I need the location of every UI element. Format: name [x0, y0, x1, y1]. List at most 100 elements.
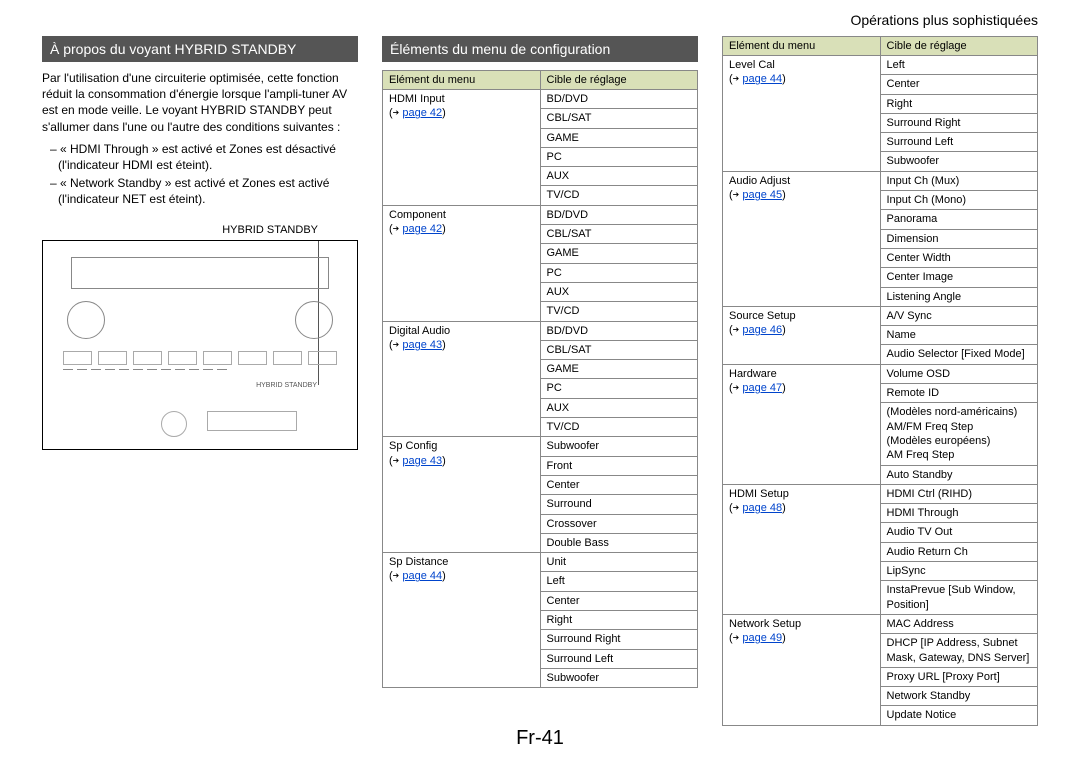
hybrid-standby-led-label: HYBRID STANDBY — [256, 382, 317, 389]
arrow-icon: ➔ — [393, 454, 400, 467]
column-2: Éléments du menu de configuration Elémen… — [382, 36, 698, 726]
section1-title: À propos du voyant HYBRID STANDBY — [42, 36, 358, 62]
headphone-jack — [161, 411, 187, 437]
target-cell: Auto Standby — [880, 465, 1038, 484]
target-cell: Input Ch (Mono) — [880, 191, 1038, 210]
section2-title: Éléments du menu de configuration — [382, 36, 698, 62]
arrow-icon: ➔ — [733, 72, 740, 85]
menu-cell: Network Setup(➔ page 49) — [723, 614, 881, 725]
page-link[interactable]: page 48 — [742, 502, 782, 514]
target-cell: AUX — [540, 282, 698, 301]
target-cell: TV/CD — [540, 418, 698, 437]
page-link[interactable]: page 49 — [742, 632, 782, 644]
target-cell: Crossover — [540, 514, 698, 533]
target-cell: CBL/SAT — [540, 340, 698, 359]
target-cell: Audio Return Ch — [880, 542, 1038, 561]
target-cell: Surround Right — [880, 113, 1038, 132]
knob-right — [295, 301, 333, 339]
diagram-label: HYBRID STANDBY — [42, 224, 358, 236]
target-cell: Center Image — [880, 268, 1038, 287]
table-row: HDMI Setup(➔ page 48)HDMI Ctrl (RIHD) — [723, 484, 1038, 503]
target-cell: PC — [540, 379, 698, 398]
button-row-1 — [63, 351, 337, 365]
page-link[interactable]: page 43 — [402, 455, 442, 467]
target-cell: Listening Angle — [880, 287, 1038, 306]
front-jacks — [207, 411, 297, 431]
button-row-2 — [63, 369, 227, 377]
menu-cell: Digital Audio(➔ page 43) — [383, 321, 541, 437]
page-number: Fr-41 — [0, 727, 1080, 750]
menu-cell: Hardware(➔ page 47) — [723, 364, 881, 484]
target-cell: TV/CD — [540, 302, 698, 321]
target-cell: HDMI Through — [880, 504, 1038, 523]
target-cell: PC — [540, 147, 698, 166]
target-cell: Subwoofer — [540, 668, 698, 687]
target-cell: GAME — [540, 360, 698, 379]
menu-cell: Sp Config(➔ page 43) — [383, 437, 541, 553]
menu-cell: Level Cal(➔ page 44) — [723, 56, 881, 172]
page-link[interactable]: page 42 — [402, 223, 442, 235]
table-row: Network Setup(➔ page 49)MAC Address — [723, 614, 1038, 633]
arrow-icon: ➔ — [393, 222, 400, 235]
menu-cell: HDMI Input(➔ page 42) — [383, 90, 541, 206]
target-cell: A/V Sync — [880, 306, 1038, 325]
config-table-a: Elément du menu Cible de réglage HDMI In… — [382, 70, 698, 688]
target-cell: Dimension — [880, 229, 1038, 248]
target-cell: Center — [880, 75, 1038, 94]
target-cell: Right — [880, 94, 1038, 113]
page-link[interactable]: page 46 — [742, 324, 782, 336]
target-cell: Update Notice — [880, 706, 1038, 725]
target-cell: (Modèles nord-américains)AM/FM Freq Step… — [880, 403, 1038, 465]
target-cell: CBL/SAT — [540, 109, 698, 128]
page-link[interactable]: page 45 — [742, 189, 782, 201]
th-menu: Elément du menu — [383, 71, 541, 90]
target-cell: Surround Right — [540, 630, 698, 649]
table-row: Source Setup(➔ page 46)A/V Sync — [723, 306, 1038, 325]
target-cell: GAME — [540, 128, 698, 147]
target-cell: Unit — [540, 553, 698, 572]
target-cell: LipSync — [880, 562, 1038, 581]
page-link[interactable]: page 43 — [402, 339, 442, 351]
bullet-2: – « Network Standby » est activé et Zone… — [50, 175, 358, 207]
receiver-illustration: HYBRID STANDBY — [42, 240, 358, 450]
page-link[interactable]: page 44 — [402, 570, 442, 582]
main-columns: À propos du voyant HYBRID STANDBY Par l'… — [42, 36, 1038, 726]
target-cell: Left — [540, 572, 698, 591]
arrow-icon: ➔ — [733, 323, 740, 336]
arrow-icon: ➔ — [393, 106, 400, 119]
target-cell: AUX — [540, 398, 698, 417]
table-row: Sp Distance(➔ page 44)Unit — [383, 553, 698, 572]
section1-para: Par l'utilisation d'une circuiterie opti… — [42, 70, 358, 135]
target-cell: Center — [540, 475, 698, 494]
page-link[interactable]: page 47 — [742, 382, 782, 394]
menu-cell: Sp Distance(➔ page 44) — [383, 553, 541, 688]
target-cell: Double Bass — [540, 533, 698, 552]
table-row: Component(➔ page 42)BD/DVD — [383, 205, 698, 224]
target-cell: Center Width — [880, 248, 1038, 267]
target-cell: Panorama — [880, 210, 1038, 229]
table-row: Digital Audio(➔ page 43)BD/DVD — [383, 321, 698, 340]
page-link[interactable]: page 42 — [402, 107, 442, 119]
th-target: Cible de réglage — [540, 71, 698, 90]
target-cell: MAC Address — [880, 614, 1038, 633]
target-cell: Surround — [540, 495, 698, 514]
target-cell: GAME — [540, 244, 698, 263]
target-cell: BD/DVD — [540, 205, 698, 224]
table-row: Audio Adjust(➔ page 45)Input Ch (Mux) — [723, 171, 1038, 190]
display-panel — [71, 257, 329, 289]
arrow-icon: ➔ — [733, 188, 740, 201]
section1-bullets: – « HDMI Through » est activé et Zones e… — [42, 141, 358, 208]
knob-left — [67, 301, 105, 339]
arrow-icon: ➔ — [733, 631, 740, 644]
target-cell: AUX — [540, 167, 698, 186]
arrow-icon: ➔ — [393, 569, 400, 582]
menu-cell: Component(➔ page 42) — [383, 205, 541, 321]
target-cell: Name — [880, 326, 1038, 345]
page-header: Opérations plus sophistiquées — [850, 12, 1038, 28]
target-cell: Subwoofer — [880, 152, 1038, 171]
target-cell: Center — [540, 591, 698, 610]
target-cell: TV/CD — [540, 186, 698, 205]
menu-cell: Audio Adjust(➔ page 45) — [723, 171, 881, 306]
page-link[interactable]: page 44 — [742, 73, 782, 85]
config-table-b: Elément du menu Cible de réglage Level C… — [722, 36, 1038, 726]
